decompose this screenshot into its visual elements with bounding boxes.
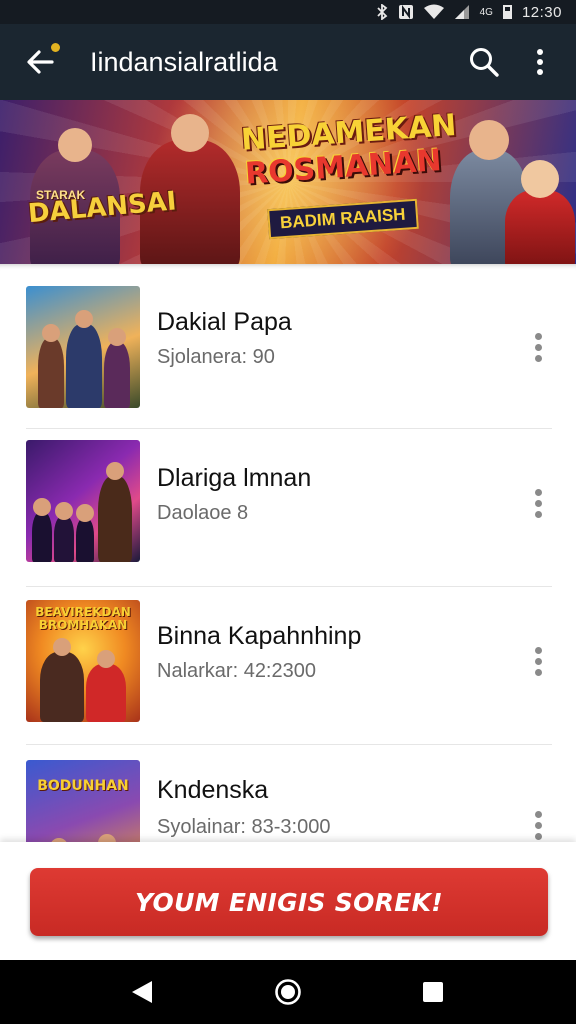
more-vert-icon [537,49,543,75]
signal-icon [454,4,470,20]
nav-home-button[interactable] [268,974,308,1010]
item-thumbnail [26,286,140,408]
app-screen: 4G 12:30 Iindansialratlida STARAK DALANS… [0,0,576,1024]
item-more-button[interactable] [520,478,556,528]
overflow-menu-button[interactable] [512,24,568,100]
nav-recents-button[interactable] [413,974,453,1010]
bluetooth-icon [376,4,388,20]
list-item[interactable]: BODUNHAN Kndenska Syolainar: 83-3:000 [0,736,576,842]
battery-icon [502,4,512,20]
search-button[interactable] [456,24,512,100]
item-title: Dlariga lmnan [157,464,312,492]
item-thumbnail-text: BEAVIREKDAN BROMHAKAN [35,605,131,632]
game-list: Dakial Papa Sjolanera: 90 Dlariga lmnan … [0,264,576,842]
item-subtitle: Daolaoe 8 [157,502,249,524]
item-subtitle: Nalarkar: 42:2300 [157,660,316,682]
list-item[interactable]: BEAVIREKDAN BROMHAKAN Binna Kapahnhinp N… [0,578,576,734]
system-nav-bar [0,960,576,1024]
promo-banner[interactable]: STARAK DALANSAI NEDAMEKAN ROSMANAN BADIM… [0,100,576,264]
item-subtitle: Sjolanera: 90 [157,346,275,368]
item-thumbnail [26,440,140,562]
app-bar: Iindansialratlida [0,24,576,100]
list-item[interactable]: Dlariga lmnan Daolaoe 8 [0,420,576,576]
item-title: Dakial Papa [157,308,292,336]
nav-back-button[interactable] [122,974,162,1010]
cta-button[interactable]: YOUM ENIGIS SOREK! [30,868,548,936]
item-thumbnail: BEAVIREKDAN BROMHAKAN [26,600,140,722]
item-more-button[interactable] [520,636,556,686]
cta-area: YOUM ENIGIS SOREK! [0,842,576,960]
square-recents-icon [423,982,443,1002]
item-thumbnail: BODUNHAN [26,760,140,842]
notification-dot [51,43,60,52]
item-more-button[interactable] [520,322,556,372]
item-thumbnail-text: BODUNHAN [37,778,129,794]
search-icon [470,48,499,77]
back-button[interactable] [10,24,70,100]
circle-home-icon [275,979,301,1005]
item-subtitle: Syolainar: 83-3:000 [157,816,331,838]
list-item[interactable]: Dakial Papa Sjolanera: 90 [0,264,576,420]
banner-title: NEDAMEKAN ROSMANAN [240,108,458,192]
nfc-icon [398,4,414,20]
item-title: Binna Kapahnhinp [157,622,362,650]
status-time: 12:30 [521,3,562,21]
network-label: 4G [479,6,493,18]
triangle-back-icon [132,981,152,1003]
wifi-icon [423,4,444,20]
arrow-left-icon [27,50,54,74]
hero-figure-girl [505,160,575,264]
page-title: Iindansialratlida [90,46,278,77]
item-title: Kndenska [157,776,269,804]
status-bar: 4G 12:30 [0,0,576,24]
item-more-button[interactable] [520,800,556,842]
